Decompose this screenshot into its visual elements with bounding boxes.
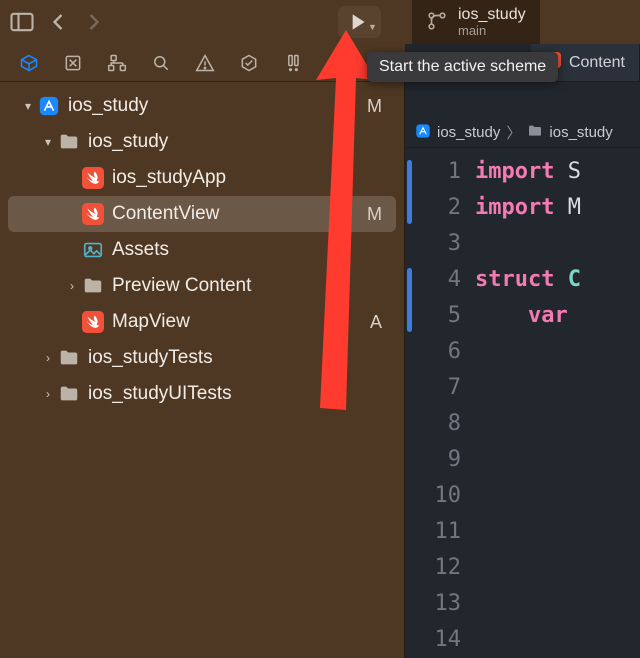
- code-source[interactable]: import Simport Mstruct C var: [475, 154, 640, 658]
- project-root[interactable]: ▾ ios_study M: [8, 88, 396, 124]
- tree-item-label: ios_studyTests: [88, 347, 213, 369]
- project-root-label: ios_study: [68, 95, 148, 117]
- folder-icon: [527, 123, 543, 143]
- find-navigator-tab[interactable]: [140, 47, 182, 79]
- folder-icon: [82, 275, 104, 297]
- forward-button[interactable]: [80, 8, 108, 36]
- symbol-navigator-tab[interactable]: [96, 47, 138, 79]
- tree-item[interactable]: MapView A: [8, 304, 396, 340]
- line-gutter: 1234567891011121314: [405, 154, 475, 658]
- swift-icon: [82, 311, 104, 333]
- play-icon: [344, 9, 370, 35]
- source-control-navigator-tab[interactable]: [52, 47, 94, 79]
- tree-item-label: Assets: [112, 239, 169, 261]
- test-navigator-tab[interactable]: [228, 47, 270, 79]
- crumb-project: ios_study: [437, 124, 500, 141]
- tree-item-label: ContentView: [112, 203, 219, 225]
- scheme-selector[interactable]: ios_study main: [412, 0, 540, 44]
- tree-item[interactable]: › ios_studyUITests: [8, 376, 396, 412]
- chevron-down-icon: ▼: [368, 22, 377, 32]
- code-editor[interactable]: 1234567891011121314 import Simport Mstru…: [405, 148, 640, 658]
- toggle-sidebar-button[interactable]: [8, 8, 36, 36]
- back-button[interactable]: [44, 8, 72, 36]
- toolbar: ▼ ios_study main: [0, 0, 640, 44]
- branch-icon: [426, 10, 448, 35]
- debug-navigator-tab[interactable]: [272, 47, 314, 79]
- disclosure-open-icon: ▾: [20, 99, 36, 113]
- tree-item-label: Preview Content: [112, 275, 251, 297]
- tree-item-label: MapView: [112, 311, 190, 333]
- tree-item[interactable]: Assets: [8, 232, 396, 268]
- tree-item[interactable]: › ios_studyTests: [8, 340, 396, 376]
- assets-icon: [82, 239, 104, 261]
- tree-item[interactable]: ContentView M: [8, 196, 396, 232]
- disclosure-closed-icon[interactable]: ›: [64, 279, 80, 293]
- scheme-name: ios_study: [458, 6, 526, 24]
- editor-area: ios_study 〉 ios_study 123456789101112131…: [405, 82, 640, 658]
- tree-item[interactable]: ios_studyApp: [8, 160, 396, 196]
- tree-item[interactable]: › Preview Content: [8, 268, 396, 304]
- tree-item-label: ios_studyUITests: [88, 383, 232, 405]
- swift-icon: [82, 203, 104, 225]
- tree-item-label: ios_studyApp: [112, 167, 226, 189]
- run-button[interactable]: ▼: [338, 6, 381, 38]
- project-navigator: ▾ ios_study M ▾ ios_study ios_studyApp Cont…: [0, 82, 405, 658]
- status-badge: M: [367, 204, 382, 225]
- run-tooltip: Start the active scheme: [367, 52, 558, 82]
- disclosure-open-icon[interactable]: ▾: [40, 135, 56, 149]
- breadcrumb[interactable]: ios_study 〉 ios_study: [405, 119, 640, 148]
- folder-icon: [58, 131, 80, 153]
- scheme-branch: main: [458, 24, 526, 38]
- chevron-right-icon: 〉: [506, 122, 521, 143]
- disclosure-closed-icon[interactable]: ›: [40, 387, 56, 401]
- folder-icon: [58, 347, 80, 369]
- swift-icon: [82, 167, 104, 189]
- status-badge: M: [367, 96, 382, 117]
- status-badge: A: [370, 312, 382, 333]
- tree-item[interactable]: ▾ ios_study: [8, 124, 396, 160]
- tree-item-label: ios_study: [88, 131, 168, 153]
- editor-tab-label: Content: [569, 54, 625, 72]
- crumb-folder: ios_study: [549, 124, 612, 141]
- folder-icon: [58, 383, 80, 405]
- breakpoint-navigator-tab[interactable]: [316, 47, 358, 79]
- project-icon: [38, 95, 60, 117]
- project-icon: [415, 123, 431, 143]
- issue-navigator-tab[interactable]: [184, 47, 226, 79]
- disclosure-closed-icon[interactable]: ›: [40, 351, 56, 365]
- project-navigator-tab[interactable]: [8, 47, 50, 79]
